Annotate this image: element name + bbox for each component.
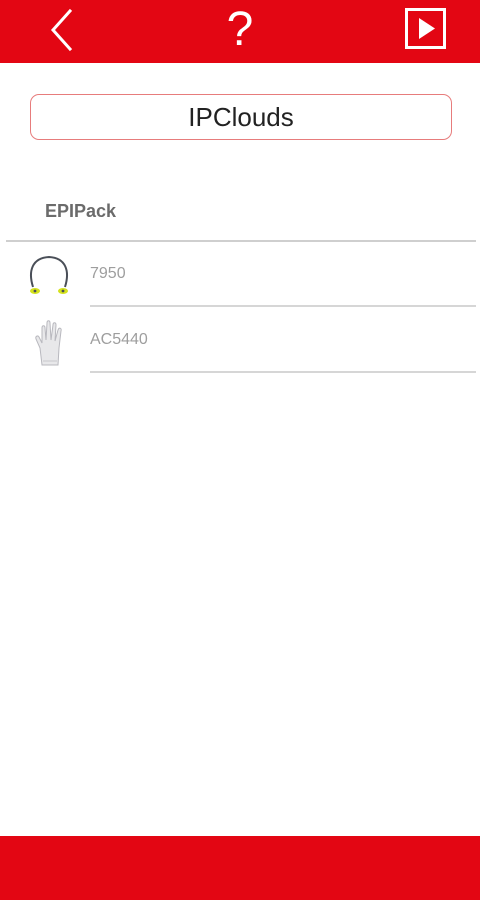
play-button[interactable] — [405, 8, 446, 49]
help-button[interactable]: ? — [220, 2, 260, 58]
list-item[interactable]: AC5440 — [0, 309, 480, 373]
cloud-name-field[interactable]: IPClouds — [30, 94, 452, 140]
chevron-left-icon — [50, 8, 73, 52]
item-label: AC5440 — [90, 331, 148, 348]
section-divider — [6, 240, 476, 242]
item-label: 7950 — [90, 265, 126, 282]
glove-icon — [35, 320, 62, 366]
bottom-bar — [0, 836, 480, 900]
item-divider — [90, 305, 476, 307]
top-app-bar: ? — [0, 0, 480, 63]
earplugs-icon — [30, 255, 68, 294]
section-title: EPIPack — [45, 201, 117, 221]
item-divider — [90, 371, 476, 373]
back-button[interactable] — [44, 8, 80, 52]
play-icon — [419, 18, 435, 39]
list-item[interactable]: 7950 — [0, 243, 480, 307]
